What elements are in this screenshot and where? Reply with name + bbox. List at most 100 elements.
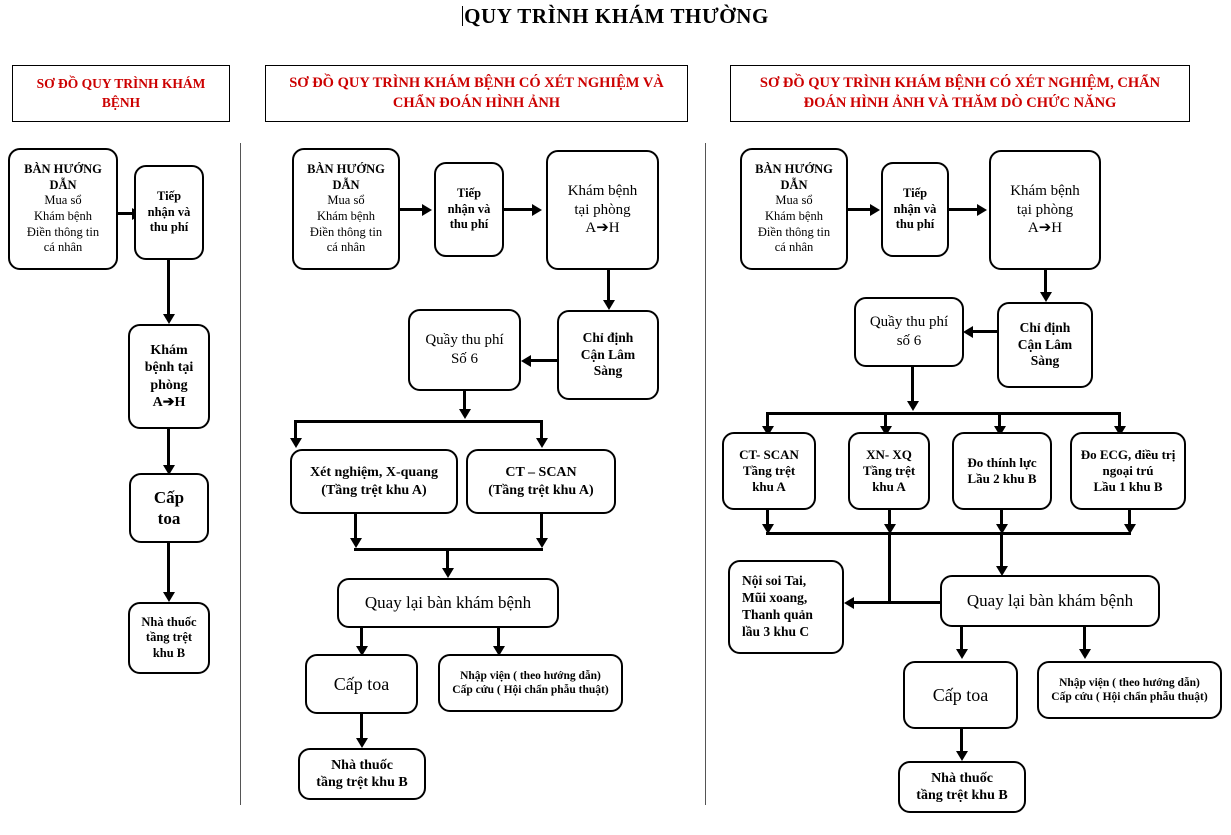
node-tiep-nhan-col3[interactable]: Tiếp nhận và thu phí xyxy=(881,162,949,257)
node-line: Lầu 2 khu B xyxy=(967,471,1037,486)
node-quay-lai-col3[interactable]: Quay lại bàn khám bệnh xyxy=(940,575,1160,627)
node-line: Cấp toa xyxy=(932,684,989,705)
node-line: Nhà thuốc xyxy=(141,614,197,629)
text-cursor xyxy=(462,6,464,26)
node-line: Nhập viện ( theo hướng dẫn) xyxy=(1059,676,1200,689)
node-line: tại phòng xyxy=(1016,201,1074,218)
banner-line: SƠ ĐỒ QUY TRÌNH KHÁM BỆNH CÓ XÉT NGHIỆM xyxy=(289,74,640,91)
node-line: Điền thông tin xyxy=(309,224,383,239)
node-cap-toa-col1[interactable]: Cấp toa xyxy=(129,473,209,543)
node-quay-thu-phi-col2[interactable]: Quầy thu phí Số 6 xyxy=(408,309,521,391)
node-line: Tiếp xyxy=(156,189,182,204)
node-quay-lai-col2[interactable]: Quay lại bàn khám bệnh xyxy=(337,578,559,628)
column-divider-2 xyxy=(705,143,706,805)
node-line: Quay lại bàn khám bệnh xyxy=(364,593,532,613)
node-line: Đo thính lực xyxy=(967,454,1037,470)
node-line: thu phí xyxy=(149,220,189,235)
banner-column-3: SƠ ĐỒ QUY TRÌNH KHÁM BỆNH CÓ XÉT NGHIỆM,… xyxy=(730,65,1190,122)
node-line: Thanh quản xyxy=(742,607,813,622)
node-kham-benh-col2[interactable]: Khám bệnh tại phòng A➔H xyxy=(546,150,659,270)
node-do-ecg-col3[interactable]: Đo ECG, điều trị ngoại trú Lầu 1 khu B xyxy=(1070,432,1186,510)
node-chi-dinh-col2[interactable]: Chỉ định Cận Lâm Sàng xyxy=(557,310,659,400)
node-line: tầng trệt khu B xyxy=(316,775,408,790)
node-line: số 6 xyxy=(896,333,922,349)
arrow-head xyxy=(536,438,548,448)
node-line: DẪN xyxy=(49,177,77,192)
node-line: Nhập viện ( theo hướng dẫn) xyxy=(460,669,601,682)
node-cap-toa-col3[interactable]: Cấp toa xyxy=(903,661,1018,729)
node-line: Mua sổ xyxy=(775,193,813,208)
node-line: BÀN HƯỚNG xyxy=(307,162,385,177)
node-ban-huong-dan-col1[interactable]: BÀN HƯỚNG DẪN Mua sổ Khám bệnh Điền thôn… xyxy=(8,148,118,270)
node-line: Nội soi Tai, xyxy=(742,573,807,589)
arrow-head xyxy=(290,438,302,448)
node-cap-toa-col2[interactable]: Cấp toa xyxy=(305,654,418,714)
node-line: Khám bệnh xyxy=(317,209,375,223)
node-tiep-nhan-col2[interactable]: Tiếp nhận và thu phí xyxy=(434,162,504,257)
arrow-head xyxy=(907,401,919,411)
arrow-head xyxy=(977,204,987,216)
node-line: bệnh tại xyxy=(144,360,194,375)
node-nha-thuoc-col3[interactable]: Nhà thuốc tầng trệt khu B xyxy=(898,761,1026,813)
banner-column-1: SƠ ĐỒ QUY TRÌNH KHÁM BỆNH xyxy=(12,65,230,122)
arrow-head xyxy=(1040,292,1052,302)
node-line: CT- SCAN xyxy=(739,446,799,462)
node-line: (Tầng trệt khu A) xyxy=(321,482,427,498)
node-line: khu A xyxy=(752,479,786,495)
node-line: nhận và xyxy=(147,204,191,219)
node-line: Điền thông tin xyxy=(26,224,100,239)
node-line: (Tầng trệt khu A) xyxy=(488,482,594,498)
node-nhap-vien-col2[interactable]: Nhập viện ( theo hướng dẫn) Cấp cứu ( Hộ… xyxy=(438,654,623,712)
node-line: Cấp cứu ( Hội chẩn phẫu thuật) xyxy=(1051,691,1208,703)
node-ct-scan-col2[interactable]: CT – SCAN (Tầng trệt khu A) xyxy=(466,449,616,514)
page-title: QUY TRÌNH KHÁM THƯỜNG xyxy=(0,4,1231,29)
node-line: Quầy thu phí xyxy=(869,314,949,331)
arrow-head xyxy=(532,204,542,216)
node-line: Tầng trệt xyxy=(862,462,916,478)
node-nhap-vien-col3[interactable]: Nhập viện ( theo hướng dẫn) Cấp cứu ( Hộ… xyxy=(1037,661,1222,719)
node-nha-thuoc-col1[interactable]: Nhà thuốc tầng trệt khu B xyxy=(128,602,210,674)
node-ct-scan-col3[interactable]: CT- SCAN Tầng trệt khu A xyxy=(722,432,816,510)
connector-c3-tiepnhan-to-khambenh xyxy=(949,208,979,211)
arrow-head xyxy=(350,538,362,548)
node-quay-thu-phi-col3[interactable]: Quầy thu phí số 6 xyxy=(854,297,964,367)
node-line: lầu 3 khu C xyxy=(742,623,810,639)
node-line: DẪN xyxy=(780,177,808,192)
node-xn-xq-col3[interactable]: XN- XQ Tầng trệt khu A xyxy=(848,432,930,510)
connector-c3-bhd-to-tiepnhan xyxy=(848,208,872,211)
node-nha-thuoc-col2[interactable]: Nhà thuốc tầng trệt khu B xyxy=(298,748,426,800)
arrow-head xyxy=(442,568,454,578)
arrow-head xyxy=(1079,649,1091,659)
node-line: thu phí xyxy=(449,217,489,232)
node-line: Khám bệnh xyxy=(765,209,823,223)
node-tiep-nhan-col1[interactable]: Tiếp nhận và thu phí xyxy=(134,165,204,260)
arrow-head xyxy=(603,300,615,310)
node-line: cá nhân xyxy=(774,240,814,255)
node-line: A➔H xyxy=(1027,220,1063,237)
banner-column-2: SƠ ĐỒ QUY TRÌNH KHÁM BỆNH CÓ XÉT NGHIỆM … xyxy=(265,65,688,122)
arrow-head xyxy=(163,592,175,602)
node-xet-nghiem-col2[interactable]: Xét nghiệm, X-quang (Tầng trệt khu A) xyxy=(290,449,458,514)
banner-line: ĐOÁN HÌNH ẢNH VÀ THĂM DÒ CHỨC NĂNG xyxy=(803,94,1117,111)
connector-c2-tiepnhan-to-khambenh xyxy=(504,208,534,211)
node-line: nhận và xyxy=(447,201,491,216)
node-ban-huong-dan-col2[interactable]: BÀN HƯỚNG DẪN Mua sổ Khám bệnh Điền thôn… xyxy=(292,148,400,270)
connector-c2-khambenh-to-chidinh xyxy=(607,270,610,304)
node-ban-huong-dan-col3[interactable]: BÀN HƯỚNG DẪN Mua sổ Khám bệnh Điền thôn… xyxy=(740,148,848,270)
node-line: ngoại trú xyxy=(1102,462,1154,478)
connector-c3-split-bar xyxy=(766,412,1120,415)
node-line: A➔H xyxy=(585,220,620,237)
column-divider-1 xyxy=(240,143,241,805)
node-line: Cấp cứu ( Hội chẩn phẫu thuật) xyxy=(452,684,609,696)
node-kham-benh-col3[interactable]: Khám bệnh tại phòng A➔H xyxy=(989,150,1101,270)
node-chi-dinh-col3[interactable]: Chỉ định Cận Lâm Sàng xyxy=(997,302,1093,388)
node-kham-benh-col1[interactable]: Khám bệnh tại phòng A➔H xyxy=(128,324,210,429)
arrow-head xyxy=(356,738,368,748)
node-do-thinh-luc-col3[interactable]: Đo thính lực Lầu 2 khu B xyxy=(952,432,1052,510)
connector-c3-merge-down-left xyxy=(888,532,891,602)
node-line: Nhà thuốc xyxy=(331,757,393,773)
arrow-head xyxy=(870,204,880,216)
node-line: khu A xyxy=(872,479,906,495)
node-noi-soi-col3[interactable]: Nội soi Tai, Mũi xoang, Thanh quản lầu 3… xyxy=(728,560,844,654)
node-line: CT – SCAN xyxy=(505,465,577,480)
